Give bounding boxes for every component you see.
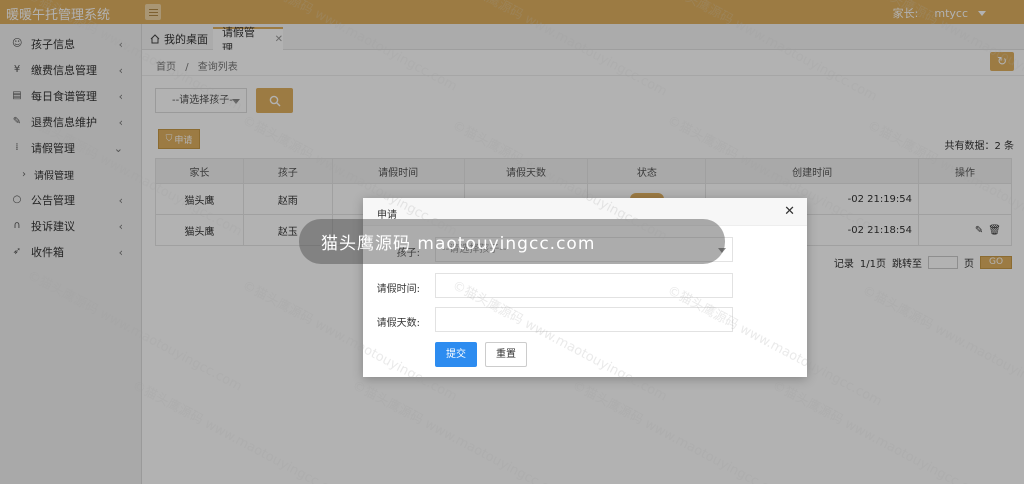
leave-days-input[interactable] bbox=[435, 307, 733, 332]
toast-message: 猫头鹰源码 maotouyingcc.com bbox=[299, 219, 725, 264]
leave-time-label: 请假时间: bbox=[376, 284, 420, 295]
leave-time-input[interactable] bbox=[435, 273, 733, 298]
submit-button[interactable]: 提交 bbox=[435, 342, 477, 367]
close-icon[interactable]: ✕ bbox=[784, 204, 795, 219]
leave-days-label: 请假天数: bbox=[376, 318, 420, 329]
reset-button[interactable]: 重置 bbox=[485, 342, 527, 367]
form-row-days: 请假天数: bbox=[363, 307, 807, 332]
form-row-time: 请假时间: bbox=[363, 273, 807, 298]
